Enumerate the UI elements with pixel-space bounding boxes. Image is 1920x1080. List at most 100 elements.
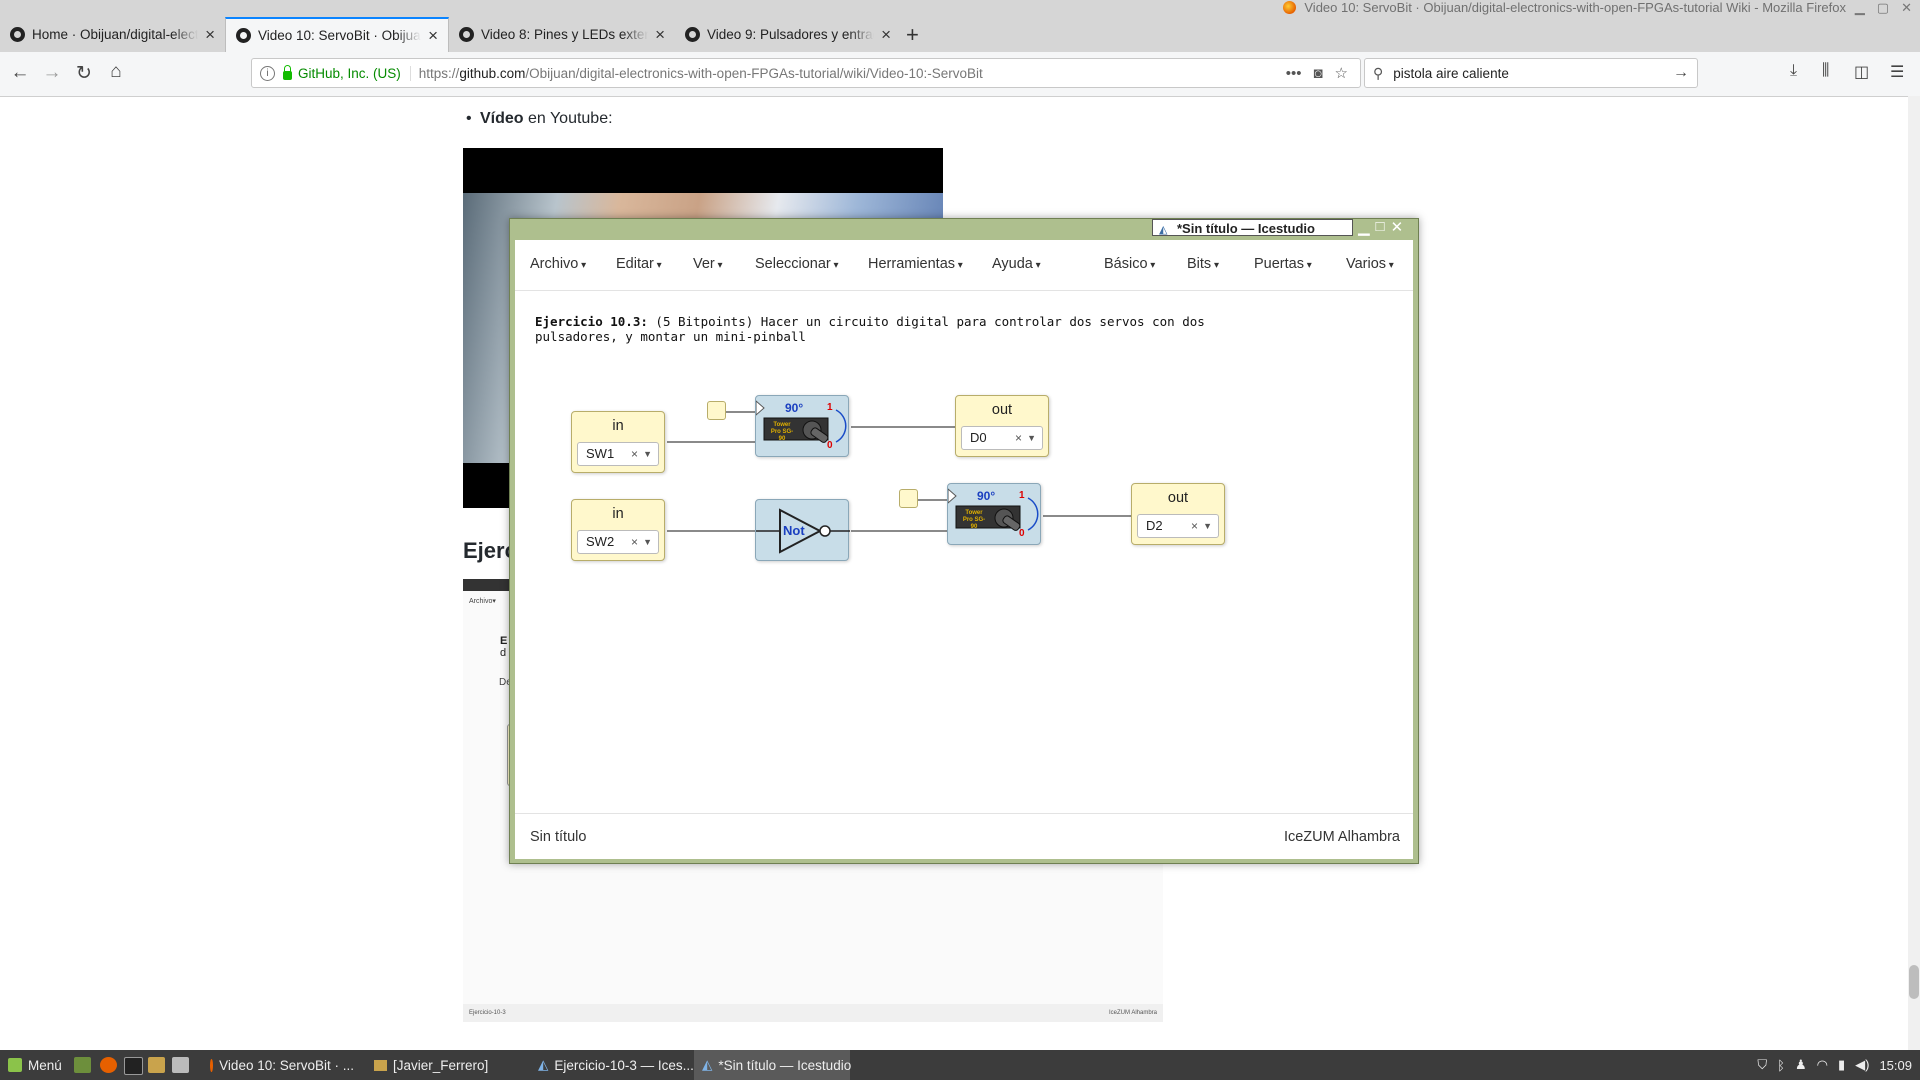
library-icon[interactable]: ⫼	[1822, 62, 1829, 80]
input-block-sw2[interactable]: in SW2 × ▼	[571, 499, 665, 561]
pin-select-sw1[interactable]: SW1 × ▼	[577, 442, 659, 466]
status-board-name[interactable]: IceZUM Alhambra	[1284, 829, 1400, 845]
maximize-icon[interactable]: □	[1376, 218, 1385, 238]
site-identity[interactable]: GitHub, Inc. (US)	[298, 65, 411, 81]
minimize-icon[interactable]: ▁	[1358, 218, 1370, 238]
pocket-icon[interactable]: ◙	[1313, 65, 1322, 82]
wire[interactable]	[918, 499, 948, 501]
shield-icon[interactable]: ⛉	[1757, 1057, 1767, 1073]
home-icon[interactable]: ⌂	[104, 61, 128, 83]
show-desktop-icon[interactable]	[74, 1057, 91, 1073]
taskbar-item-icestudio[interactable]: ◭ *Sin título — Icestudio	[694, 1050, 851, 1080]
menu-basico[interactable]: Básico	[1104, 256, 1155, 272]
exercise-info-block[interactable]: Ejercicio 10.3: (5 Bitpoints) Hacer un c…	[535, 314, 1215, 344]
taskbar-item-firefox[interactable]: Video 10: ServoBit · ...	[202, 1050, 362, 1080]
chevron-down-icon[interactable]: ▼	[1027, 427, 1036, 449]
minimize-icon[interactable]: ▁	[1855, 0, 1865, 18]
clear-icon[interactable]: ×	[1191, 515, 1198, 537]
wire[interactable]	[1043, 515, 1132, 517]
github-icon	[10, 27, 25, 42]
mint-logo-icon	[8, 1058, 22, 1072]
calculator-launcher-icon[interactable]	[172, 1057, 189, 1073]
chevron-down-icon[interactable]: ▼	[643, 443, 652, 465]
menu-herramientas[interactable]: Herramientas	[868, 256, 963, 272]
info-icon[interactable]: i	[260, 65, 275, 81]
volume-icon[interactable]: ◀)	[1855, 1057, 1869, 1073]
wifi-icon[interactable]: ◠	[1817, 1057, 1828, 1073]
firefox-icon	[1283, 1, 1297, 14]
url-text[interactable]: https://github.com/Obijuan/digital-elect…	[419, 66, 1286, 81]
pin-select-d0[interactable]: D0 × ▼	[961, 426, 1043, 450]
menu-bits[interactable]: Bits	[1187, 256, 1219, 272]
parameter-box[interactable]	[899, 489, 918, 508]
tab-video-9[interactable]: Video 9: Pulsadores y entradas ×	[675, 17, 901, 52]
wire[interactable]	[667, 530, 755, 532]
servo-block-2[interactable]: 90° 1 0 Tower Pro SG-90	[947, 483, 1041, 545]
forward-arrow-icon[interactable]: →	[40, 62, 64, 84]
menu-ayuda[interactable]: Ayuda	[992, 256, 1041, 272]
tab-video-8[interactable]: Video 8: Pines y LEDs externos ×	[449, 17, 675, 52]
menu-hamburger-icon[interactable]: ☰	[1890, 62, 1904, 82]
user-icon[interactable]: ♟	[1795, 1057, 1807, 1073]
servo-block-1[interactable]: 90° 1 0 Tower Pro SG-90	[755, 395, 849, 457]
terminal-launcher-icon[interactable]	[124, 1057, 143, 1075]
tab-home[interactable]: Home · Obijuan/digital-electronics-with-…	[0, 17, 225, 52]
wire[interactable]	[667, 441, 755, 443]
wire[interactable]	[851, 426, 955, 428]
close-icon[interactable]: ✕	[1901, 0, 1912, 18]
search-icon: ⚲	[1373, 64, 1384, 81]
start-menu-button[interactable]: Menú	[0, 1050, 70, 1080]
pin-select-sw2[interactable]: SW2 × ▼	[577, 530, 659, 554]
page-scrollbar-thumb[interactable]	[1909, 965, 1919, 999]
menu-editar[interactable]: Editar	[616, 256, 662, 272]
github-icon	[236, 28, 251, 43]
files-launcher-icon[interactable]	[148, 1057, 165, 1073]
menu-seleccionar[interactable]: Seleccionar	[755, 256, 839, 272]
menu-ver[interactable]: Ver	[693, 256, 723, 272]
page-actions-icon[interactable]: •••	[1286, 65, 1302, 82]
bluetooth-icon[interactable]: ᛒ	[1777, 1058, 1785, 1073]
parameter-box[interactable]	[707, 401, 726, 420]
new-tab-button[interactable]: +	[906, 22, 919, 48]
reload-icon[interactable]: ↻	[72, 62, 96, 85]
output-block-d2[interactable]: out D2 × ▼	[1131, 483, 1225, 545]
menu-archivo[interactable]: Archivo	[530, 256, 586, 272]
back-arrow-icon[interactable]: ←	[8, 62, 32, 84]
clear-icon[interactable]: ×	[1015, 427, 1022, 449]
sidebar-icon[interactable]: ◫	[1854, 62, 1869, 82]
battery-icon[interactable]: ▮	[1838, 1057, 1845, 1073]
taskbar-item-ejercicio[interactable]: ◭ Ejercicio-10-3 — Ices...	[530, 1050, 694, 1080]
url-bar[interactable]: i GitHub, Inc. (US) https://github.com/O…	[251, 58, 1361, 88]
close-icon[interactable]: ✕	[1391, 218, 1404, 238]
firefox-launcher-icon[interactable]	[100, 1057, 117, 1073]
output-block-d0[interactable]: out D0 × ▼	[955, 395, 1049, 457]
search-input[interactable]: pistola aire caliente	[1393, 66, 1673, 81]
clear-icon[interactable]: ×	[631, 443, 638, 465]
clock[interactable]: 15:09	[1879, 1058, 1912, 1073]
downloads-icon[interactable]: ⤓	[1790, 62, 1797, 80]
wire[interactable]	[851, 530, 947, 532]
search-go-arrow-icon[interactable]: →	[1673, 64, 1689, 82]
chevron-down-icon[interactable]: ▼	[1203, 515, 1212, 537]
menu-varios[interactable]: Varios	[1346, 256, 1394, 272]
clear-icon[interactable]: ×	[631, 531, 638, 553]
system-tray: ⛉ ᛒ ♟ ◠ ▮ ◀) 15:09	[1757, 1050, 1912, 1080]
chevron-down-icon[interactable]: ▼	[643, 531, 652, 553]
taskbar-item-files[interactable]: [Javier_Ferrero]	[366, 1050, 526, 1080]
menu-puertas[interactable]: Puertas	[1254, 256, 1312, 272]
tab-video-10[interactable]: Video 10: ServoBit · Obijuan/digital-ele…	[225, 17, 449, 52]
tab-close-icon[interactable]: ×	[428, 26, 438, 46]
window-title: Video 10: ServoBit · Obijuan/digital-ele…	[1283, 0, 1846, 16]
bookmark-star-icon[interactable]: ☆	[1335, 64, 1348, 82]
tab-close-icon[interactable]: ×	[205, 25, 215, 45]
wire[interactable]	[726, 411, 756, 413]
pin-select-d2[interactable]: D2 × ▼	[1137, 514, 1219, 538]
input-block-sw1[interactable]: in SW1 × ▼	[571, 411, 665, 473]
embedded-text: E	[500, 635, 508, 647]
not-gate-block[interactable]: Not	[755, 499, 850, 561]
search-bar[interactable]: ⚲ pistola aire caliente →	[1364, 58, 1698, 88]
tab-close-icon[interactable]: ×	[655, 25, 665, 45]
maximize-icon[interactable]: ▢	[1877, 0, 1889, 18]
tab-close-icon[interactable]: ×	[881, 25, 891, 45]
page-scrollbar[interactable]	[1908, 96, 1920, 1050]
